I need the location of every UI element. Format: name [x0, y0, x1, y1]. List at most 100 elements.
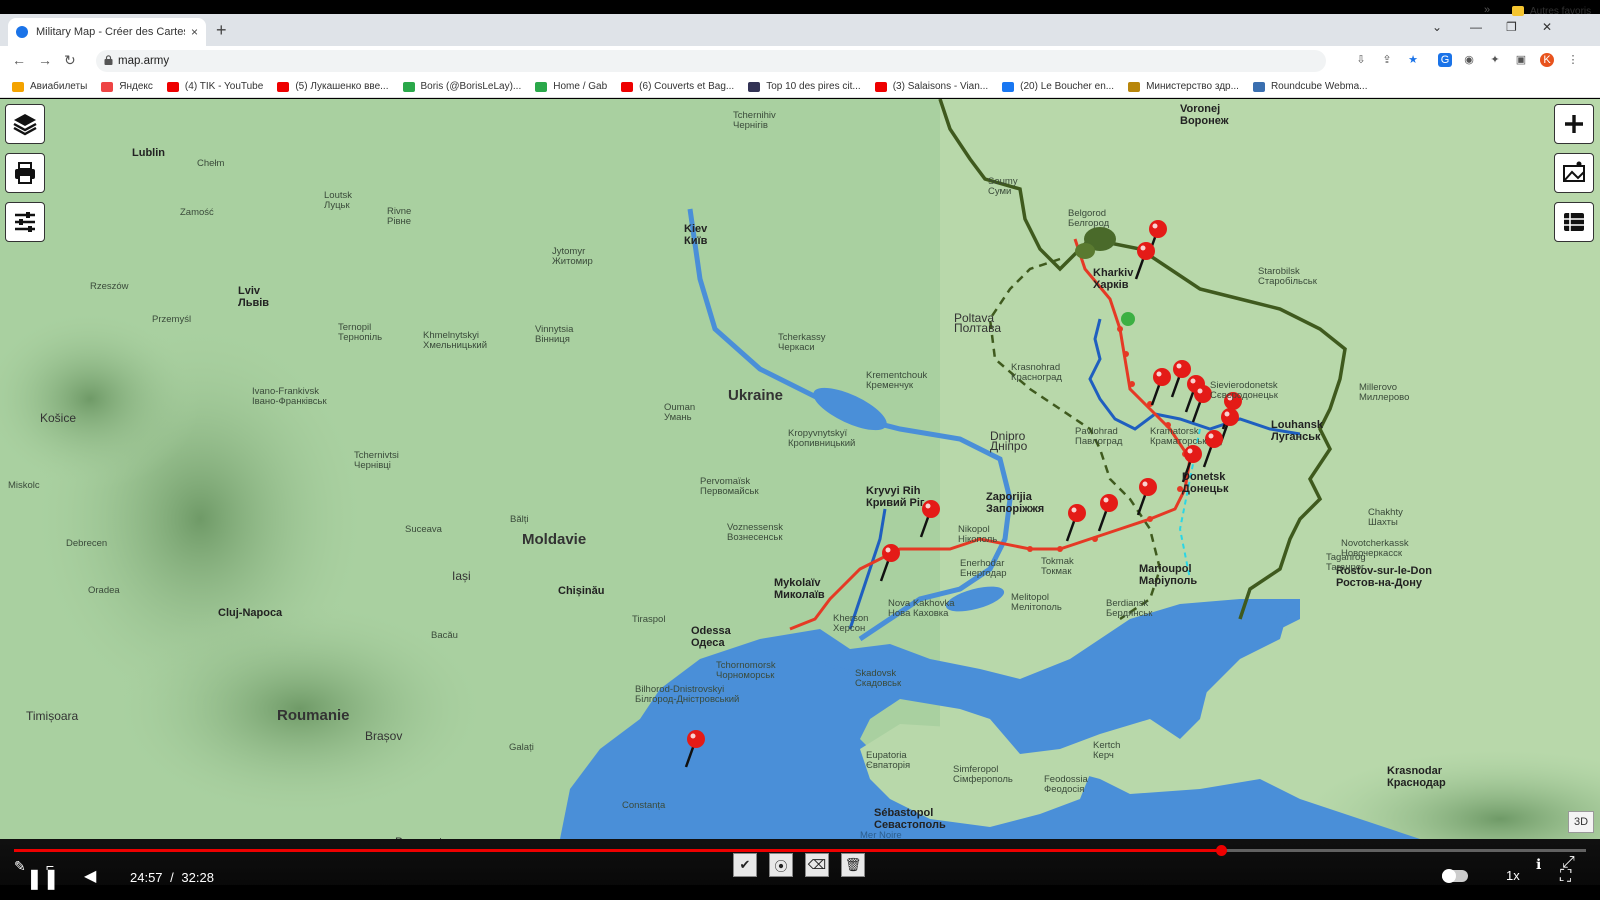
- bookmark-favicon-icon: [277, 81, 290, 92]
- bookmark-item[interactable]: (5) Лукашенко вве...: [277, 81, 389, 92]
- place-name: Suceava: [405, 524, 442, 535]
- trash-tool-button[interactable]: 🗑: [841, 853, 865, 877]
- sliders-icon: [15, 212, 35, 232]
- restore-icon[interactable]: ❐: [1506, 20, 1517, 34]
- place-name: Constanța: [622, 800, 666, 811]
- bookmark-item[interactable]: (3) Salaisons - Vian...: [874, 81, 988, 92]
- list-button[interactable]: [1554, 202, 1594, 242]
- new-tab-button[interactable]: +: [216, 20, 227, 41]
- eraser-tool-button[interactable]: ⌫: [805, 853, 829, 877]
- place-name: Louhansk: [1271, 419, 1323, 431]
- place-name: Євпаторія: [866, 760, 911, 771]
- map-place-label: Skadovsk Скадовськ: [855, 669, 901, 689]
- map-place-label: Starobilsk Старобільськ: [1258, 267, 1317, 287]
- screenshot-button[interactable]: [1554, 153, 1594, 193]
- map-place-label: Odessa Одеса: [691, 625, 731, 649]
- map-place-label: Mer NoireЧорне море: [860, 831, 912, 840]
- info-icon[interactable]: ℹ: [1536, 856, 1541, 873]
- tab-search-icon[interactable]: ⌄: [1432, 20, 1442, 34]
- pen-icon[interactable]: ✎: [14, 858, 26, 875]
- minimize-icon[interactable]: —: [1470, 20, 1482, 34]
- close-window-icon[interactable]: ✕: [1542, 20, 1552, 34]
- forward-icon[interactable]: →: [38, 52, 52, 68]
- share-icon[interactable]: ⇪: [1380, 53, 1394, 67]
- place-name: Чорноморськ: [716, 670, 775, 681]
- military-map[interactable]: Ukraine Moldavie Roumanie Kiev Київ Poltava По…: [0, 99, 1600, 839]
- playback-speed[interactable]: 1x: [1506, 868, 1520, 883]
- volume-icon[interactable]: ◀: [84, 866, 96, 886]
- map-place-label: Iași: [452, 570, 471, 582]
- map-place-label: Timișoara: [26, 710, 78, 722]
- sidepanel-icon[interactable]: ▣: [1514, 53, 1528, 67]
- map-place-label: Pervomaïsk Первомайськ: [700, 477, 759, 497]
- place-name: Миллерово: [1359, 392, 1410, 403]
- bookmark-favicon-icon: [1002, 81, 1015, 92]
- zoom-in-button[interactable]: [1554, 104, 1594, 144]
- place-name: Мелітополь: [1011, 602, 1062, 613]
- bookmark-item[interactable]: Министерство здр...: [1128, 81, 1239, 92]
- place-name: Суми: [988, 186, 1012, 197]
- map-place-label: Enerhodar Енергодар: [960, 559, 1007, 579]
- settings-button[interactable]: [5, 202, 45, 242]
- map-place-label: Moldavie: [522, 531, 587, 548]
- place-name: Кривий Ріг: [866, 497, 925, 509]
- bookmark-favicon-icon: [874, 81, 887, 92]
- bookmark-item[interactable]: Яндекс: [101, 81, 153, 92]
- address-bar[interactable]: map.army: [96, 50, 1326, 72]
- place-name: Краматорськ: [1150, 436, 1207, 447]
- menu-kebab-icon[interactable]: ⋮: [1566, 53, 1580, 67]
- browser-tab[interactable]: Military Map - Créer des Cartes M ×: [8, 18, 206, 46]
- place-name: Белгород: [1068, 218, 1110, 229]
- place-name: Moldavie: [522, 531, 587, 548]
- place-name: Kiev: [684, 223, 708, 235]
- url-text: map.army: [118, 55, 170, 67]
- bookmark-item[interactable]: (4) TIK - YouTube: [166, 81, 263, 92]
- bookmark-item[interactable]: (20) Le Boucher en...: [1002, 81, 1114, 92]
- star-icon[interactable]: ★: [1406, 53, 1420, 67]
- other-bookmarks[interactable]: Autres favoris: [1512, 0, 1591, 22]
- autoplay-toggle[interactable]: [1442, 869, 1468, 883]
- pause-icon[interactable]: ❚❚: [26, 866, 60, 891]
- bookmarks-overflow-icon[interactable]: »: [1484, 4, 1490, 16]
- place-name: Шахты: [1368, 517, 1398, 528]
- duration: 32:28: [181, 870, 214, 885]
- place-name: Енергодар: [960, 568, 1007, 579]
- bookmark-item[interactable]: (6) Couverts et Bag...: [621, 81, 734, 92]
- bookmark-label: Home / Gab: [553, 81, 608, 92]
- map-place-label: Zamość: [180, 208, 214, 218]
- print-button[interactable]: [5, 153, 45, 193]
- map-place-label: Eupatoria Євпаторія: [866, 751, 910, 771]
- place-name: Miskolc: [8, 480, 40, 491]
- back-icon[interactable]: ←: [12, 52, 26, 68]
- bookmark-item[interactable]: Top 10 des pires cit...: [748, 81, 861, 92]
- 3d-toggle-button[interactable]: 3D: [1568, 811, 1594, 833]
- fullscreen-exit-icon[interactable]: ⛶: [1560, 868, 1571, 886]
- map-place-label: Loutsk Луцьк: [324, 191, 352, 211]
- extension-icon[interactable]: ◉: [1462, 53, 1476, 67]
- place-name: Красноград: [1011, 372, 1062, 383]
- record-tool-button[interactable]: ⦿: [769, 853, 793, 877]
- place-name: Lviv: [238, 285, 261, 297]
- map-place-label: Jytomyr Житомир: [552, 247, 593, 267]
- place-name: Рівне: [387, 216, 412, 227]
- layers-button[interactable]: [5, 104, 45, 144]
- place-name: Przemyśl: [152, 314, 192, 325]
- check-tool-button[interactable]: ✔: [733, 853, 757, 877]
- bookmark-item[interactable]: Roundcube Webma...: [1252, 81, 1367, 92]
- place-name: Сєвєродонецьк: [1210, 390, 1278, 401]
- place-name: Феодосія: [1044, 784, 1085, 795]
- bookmark-item[interactable]: Boris (@BorisLeLay)...: [402, 81, 521, 92]
- reload-icon[interactable]: ↻: [64, 52, 76, 69]
- map-place-label: Khmelnytskyi Хмельницький: [423, 331, 487, 351]
- profile-avatar[interactable]: K: [1540, 53, 1554, 67]
- bookmark-item[interactable]: Авиабилеты: [12, 81, 87, 92]
- bookmark-item[interactable]: Home / Gab: [535, 81, 607, 92]
- place-name: Rzeszów: [90, 281, 129, 292]
- close-tab-icon[interactable]: ×: [191, 25, 198, 39]
- puzzle-icon[interactable]: ✦: [1488, 53, 1502, 67]
- place-name: Нова Каховка: [888, 608, 949, 619]
- translate-extension-icon[interactable]: G: [1438, 53, 1452, 67]
- map-place-label: Nikopol Нікополь: [958, 525, 997, 545]
- map-pin-icon[interactable]: [879, 544, 900, 582]
- install-icon[interactable]: ⇩: [1354, 53, 1368, 67]
